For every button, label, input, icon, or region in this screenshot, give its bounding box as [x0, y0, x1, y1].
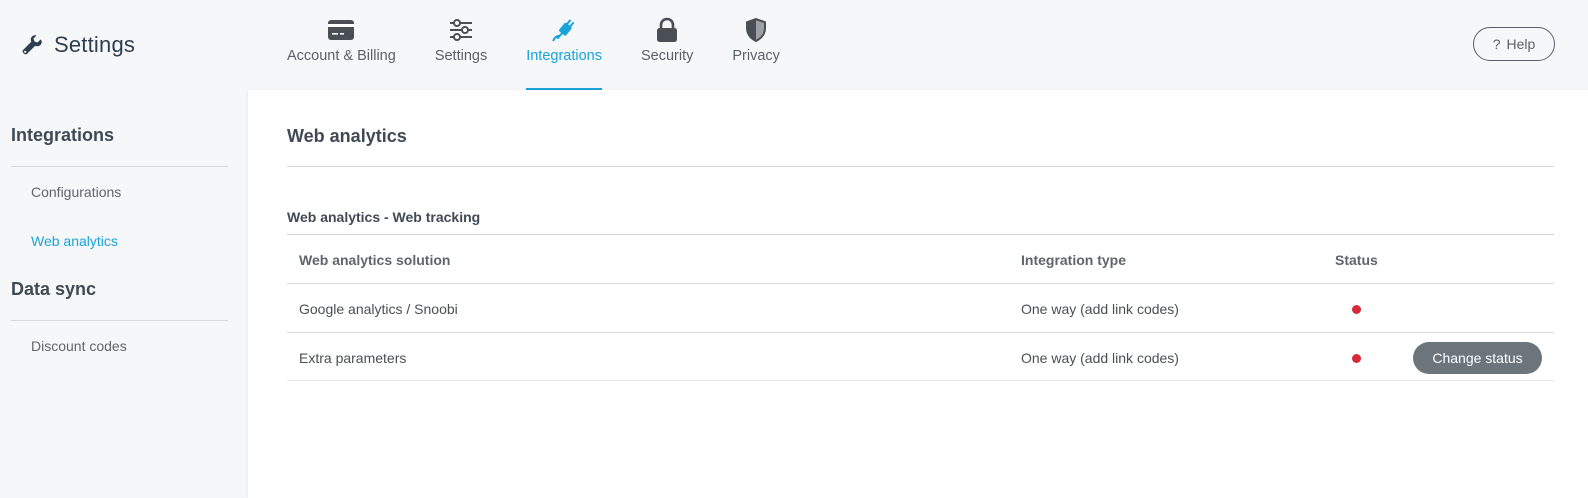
sidebar-item-configurations[interactable]: Configurations	[31, 184, 121, 200]
content-title: Web analytics	[287, 126, 407, 146]
web-tracking-table: Web analytics solution Integration type …	[287, 234, 1554, 381]
tab-security[interactable]: Security	[641, 0, 693, 90]
table-row: Extra parameters One way (add link codes…	[287, 332, 1554, 381]
sidebar-section-integrations: Integrations	[11, 125, 115, 145]
table-row: Google analytics / Snoobi One way (add l…	[287, 283, 1554, 332]
sidebar-divider	[11, 320, 228, 321]
tab-label: Security	[641, 48, 694, 64]
status-indicator-icon	[1352, 354, 1361, 363]
main-content: Web analytics Web analytics - Web tracki…	[248, 90, 1588, 498]
table-header-row: Web analytics solution Integration type …	[287, 234, 1554, 283]
help-label: Help	[1506, 36, 1536, 52]
content-divider	[287, 166, 1554, 167]
tab-label: Privacy	[732, 48, 780, 64]
column-header-status: Status	[1335, 251, 1378, 268]
tab-label: Settings	[434, 48, 488, 64]
solution-cell: Extra parameters	[299, 349, 407, 366]
sidebar-divider	[11, 166, 228, 167]
column-header-solution: Web analytics solution	[299, 251, 451, 268]
status-indicator-icon	[1352, 305, 1361, 314]
section-title: Web analytics - Web tracking	[287, 209, 481, 225]
plug-icon	[548, 16, 580, 44]
page-title: Settings	[54, 32, 136, 57]
wrench-icon	[20, 33, 44, 57]
brand: Settings	[20, 30, 135, 60]
sidebar-item-web-analytics[interactable]: Web analytics	[31, 233, 118, 249]
tab-label: Account & Billing	[287, 48, 396, 64]
top-header: Settings Account & Billing Settings Inte…	[0, 0, 1588, 90]
integration-type-cell: One way (add link codes)	[1021, 349, 1179, 366]
main-tabs: Account & Billing Settings Integrations …	[287, 0, 819, 90]
lock-icon	[651, 16, 683, 44]
sidebar-section-data-sync: Data sync	[11, 279, 97, 299]
sliders-icon	[445, 16, 477, 44]
integration-type-cell: One way (add link codes)	[1021, 300, 1179, 317]
tab-privacy[interactable]: Privacy	[732, 0, 780, 90]
credit-card-icon	[325, 16, 357, 44]
tab-label: Integrations	[526, 48, 602, 64]
tab-account-billing[interactable]: Account & Billing	[287, 0, 396, 90]
change-status-button[interactable]: Change status	[1413, 342, 1542, 374]
solution-cell: Google analytics / Snoobi	[299, 300, 458, 317]
tab-settings[interactable]: Settings	[435, 0, 487, 90]
shield-icon	[740, 16, 772, 44]
sidebar-item-discount-codes[interactable]: Discount codes	[31, 338, 127, 354]
tab-integrations[interactable]: Integrations	[526, 0, 602, 90]
sidebar: Integrations Configurations Web analytic…	[0, 90, 247, 498]
column-header-integration-type: Integration type	[1021, 251, 1127, 268]
question-mark-icon: ?	[1492, 36, 1501, 52]
help-button[interactable]: ? Help	[1473, 27, 1555, 61]
